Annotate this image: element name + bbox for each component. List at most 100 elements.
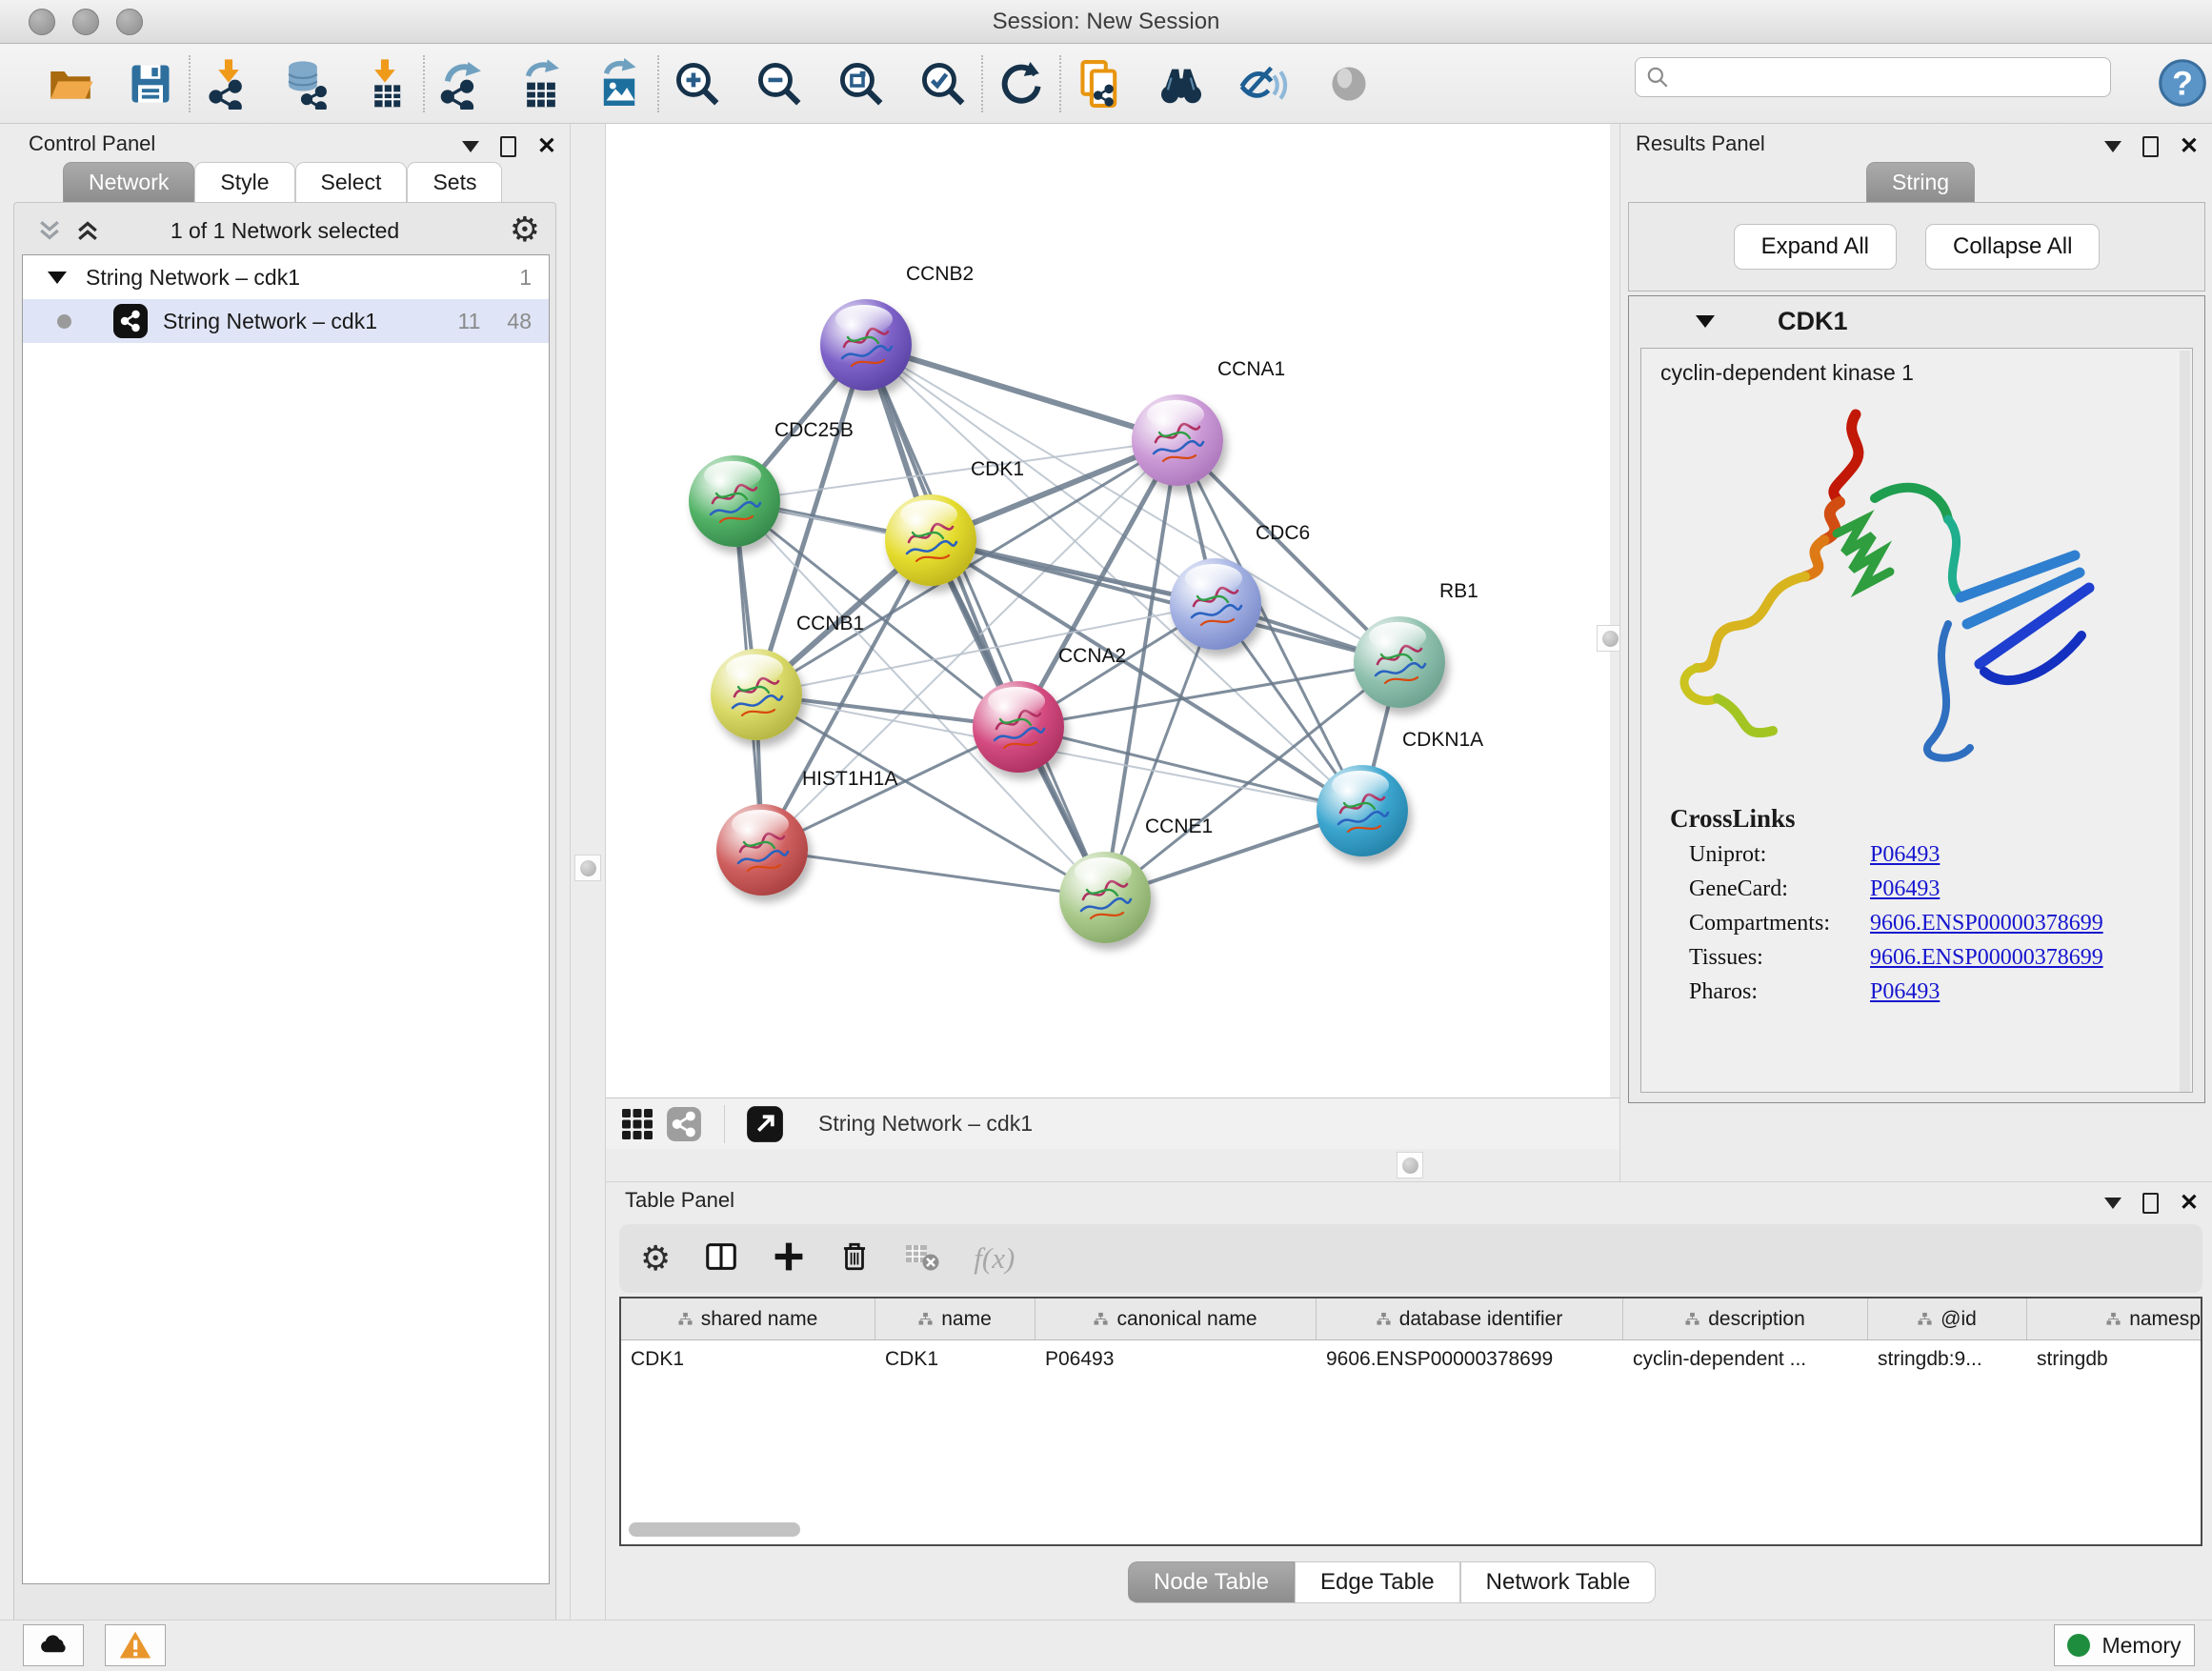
entry-description: cyclin-dependent kinase 1 bbox=[1660, 360, 2192, 386]
left-splitter-handle[interactable] bbox=[574, 855, 601, 881]
zoom-in-icon[interactable] bbox=[671, 57, 724, 111]
column-header-canonical-name[interactable]: canonical name bbox=[1036, 1299, 1317, 1339]
network-node-cdc6[interactable] bbox=[1170, 558, 1261, 650]
share-view-icon[interactable] bbox=[659, 1097, 709, 1151]
delete-column-icon[interactable] bbox=[838, 1240, 871, 1278]
node-label-ccne1: CCNE1 bbox=[1145, 815, 1213, 838]
crosslink-link[interactable]: P06493 bbox=[1870, 979, 1940, 1005]
network-node-ccna1[interactable] bbox=[1132, 394, 1223, 486]
table-cell[interactable]: CDK1 bbox=[875, 1340, 1036, 1379]
zoom-fit-content-icon[interactable] bbox=[835, 57, 888, 111]
tab-string[interactable]: String bbox=[1866, 162, 1975, 202]
network-options-gear-icon[interactable]: ⚙ bbox=[510, 212, 540, 247]
expand-all-button[interactable]: Expand All bbox=[1734, 224, 1897, 270]
grid-view-icon[interactable] bbox=[615, 1097, 659, 1151]
tab-style[interactable]: Style bbox=[194, 162, 294, 202]
results-scrollbar[interactable] bbox=[2180, 351, 2190, 1092]
network-tab-content: 1 of 1 Network selected ⚙ String Network… bbox=[13, 202, 556, 1671]
table-cell[interactable]: CDK1 bbox=[621, 1340, 875, 1379]
network-node-cdk1[interactable] bbox=[885, 494, 976, 586]
crosslink-link[interactable]: 9606.ENSP00000378699 bbox=[1870, 945, 2103, 971]
cloud-status-button[interactable] bbox=[23, 1624, 84, 1666]
network-node-ccnb1[interactable] bbox=[711, 649, 802, 740]
help-icon[interactable]: ? bbox=[2153, 53, 2212, 117]
table-cell[interactable]: P06493 bbox=[1036, 1340, 1317, 1379]
collapse-entry-icon[interactable] bbox=[1696, 315, 1715, 328]
save-session-icon[interactable] bbox=[124, 57, 177, 111]
network-node-ccna2[interactable] bbox=[973, 681, 1064, 773]
table-row[interactable]: CDK1CDK1P064939606.ENSP00000378699cyclin… bbox=[621, 1340, 2201, 1379]
node-gloss bbox=[1185, 564, 1242, 593]
panel-menu-icon[interactable] bbox=[2104, 141, 2122, 152]
table-cell[interactable]: stringdb bbox=[2027, 1340, 2202, 1379]
table-settings-gear-icon[interactable]: ⚙ bbox=[640, 1241, 671, 1276]
open-in-window-icon[interactable] bbox=[740, 1097, 790, 1151]
panel-menu-icon[interactable] bbox=[462, 141, 479, 152]
table-cell[interactable]: stringdb:9... bbox=[1868, 1340, 2027, 1379]
import-network-from-file-icon[interactable] bbox=[202, 57, 255, 111]
crosslink-link[interactable]: P06493 bbox=[1870, 842, 1940, 868]
tab-network-table[interactable]: Network Table bbox=[1460, 1561, 1657, 1603]
node-label-ccna2: CCNA2 bbox=[1058, 645, 1126, 668]
title-bar: Session: New Session bbox=[0, 0, 2212, 44]
column-header-namespace[interactable]: namespace bbox=[2027, 1299, 2202, 1339]
table-cell[interactable]: 9606.ENSP00000378699 bbox=[1317, 1340, 1623, 1379]
tab-select[interactable]: Select bbox=[295, 162, 408, 202]
zoom-out-icon[interactable] bbox=[753, 57, 806, 111]
network-node-rb1[interactable] bbox=[1354, 616, 1445, 708]
tab-sets[interactable]: Sets bbox=[407, 162, 502, 202]
crosslink-link[interactable]: P06493 bbox=[1870, 876, 1940, 902]
crosslink-link[interactable]: 9606.ENSP00000378699 bbox=[1870, 911, 2103, 936]
column-header-description[interactable]: description bbox=[1623, 1299, 1868, 1339]
crosslink-row: Tissues:9606.ENSP00000378699 bbox=[1689, 945, 2192, 971]
network-collection-row[interactable]: String Network – cdk1 1 bbox=[23, 255, 549, 299]
collapse-all-button[interactable]: Collapse All bbox=[1925, 224, 2100, 270]
search-network-binoculars-icon[interactable] bbox=[1155, 57, 1208, 111]
tab-network[interactable]: Network bbox=[63, 162, 194, 202]
import-table-from-file-icon[interactable] bbox=[358, 57, 412, 111]
column-header-database-identifier[interactable]: database identifier bbox=[1317, 1299, 1623, 1339]
hide-graphics-details-icon[interactable] bbox=[1322, 57, 1376, 111]
node-gloss bbox=[900, 500, 957, 529]
export-table-icon[interactable] bbox=[514, 57, 568, 111]
horizontal-splitter-handle[interactable] bbox=[1397, 1152, 1423, 1178]
table-horizontal-scrollbar[interactable] bbox=[629, 1522, 800, 1537]
float-panel-icon[interactable] bbox=[2142, 1193, 2159, 1214]
column-header-shared-name[interactable]: shared name bbox=[621, 1299, 875, 1339]
float-panel-icon[interactable] bbox=[500, 136, 516, 157]
close-panel-icon[interactable]: ✕ bbox=[2180, 1192, 2199, 1215]
create-column-icon[interactable] bbox=[772, 1239, 806, 1278]
network-node-cdc25b[interactable] bbox=[689, 455, 780, 547]
column-header-name[interactable]: name bbox=[875, 1299, 1036, 1339]
column-header--id[interactable]: @id bbox=[1868, 1299, 2027, 1339]
panel-menu-icon[interactable] bbox=[2104, 1198, 2122, 1209]
export-network-icon[interactable] bbox=[436, 57, 490, 111]
network-canvas[interactable]: CCNB2CCNA1CDC25BCDK1CDC6RB1CCNB1CCNA2CDK… bbox=[606, 124, 1610, 1097]
collection-expand-icon[interactable] bbox=[48, 272, 67, 284]
memory-button[interactable]: Memory bbox=[2054, 1624, 2195, 1666]
column-manager-icon[interactable] bbox=[703, 1238, 739, 1279]
zoom-selected-icon[interactable] bbox=[916, 57, 970, 111]
show-graphics-details-icon[interactable] bbox=[1237, 57, 1290, 111]
refresh-view-icon[interactable] bbox=[995, 57, 1048, 111]
network-node-hist1h1a[interactable] bbox=[716, 804, 808, 896]
network-node-cdkn1a[interactable] bbox=[1317, 765, 1408, 856]
toolbar-separator bbox=[1059, 55, 1061, 112]
open-session-icon[interactable] bbox=[44, 57, 97, 111]
open-network-document-icon[interactable] bbox=[1073, 57, 1126, 111]
warning-status-button[interactable] bbox=[105, 1624, 166, 1666]
network-node-ccne1[interactable] bbox=[1059, 852, 1151, 943]
float-panel-icon[interactable] bbox=[2142, 136, 2159, 157]
network-node-ccnb2[interactable] bbox=[820, 299, 912, 391]
close-panel-icon[interactable]: ✕ bbox=[2180, 135, 2199, 158]
import-network-from-database-icon[interactable] bbox=[280, 57, 333, 111]
search-input[interactable] bbox=[1670, 65, 2089, 90]
table-cell[interactable]: cyclin-dependent ... bbox=[1623, 1340, 1868, 1379]
tab-edge-table[interactable]: Edge Table bbox=[1295, 1561, 1460, 1603]
node-table[interactable]: shared namenamecanonical namedatabase id… bbox=[619, 1297, 2202, 1546]
network-row[interactable]: String Network – cdk1 11 48 bbox=[23, 299, 549, 343]
tab-node-table[interactable]: Node Table bbox=[1128, 1561, 1295, 1603]
close-panel-icon[interactable]: ✕ bbox=[537, 135, 556, 158]
export-image-icon[interactable] bbox=[593, 57, 646, 111]
search-field[interactable] bbox=[1635, 57, 2111, 97]
